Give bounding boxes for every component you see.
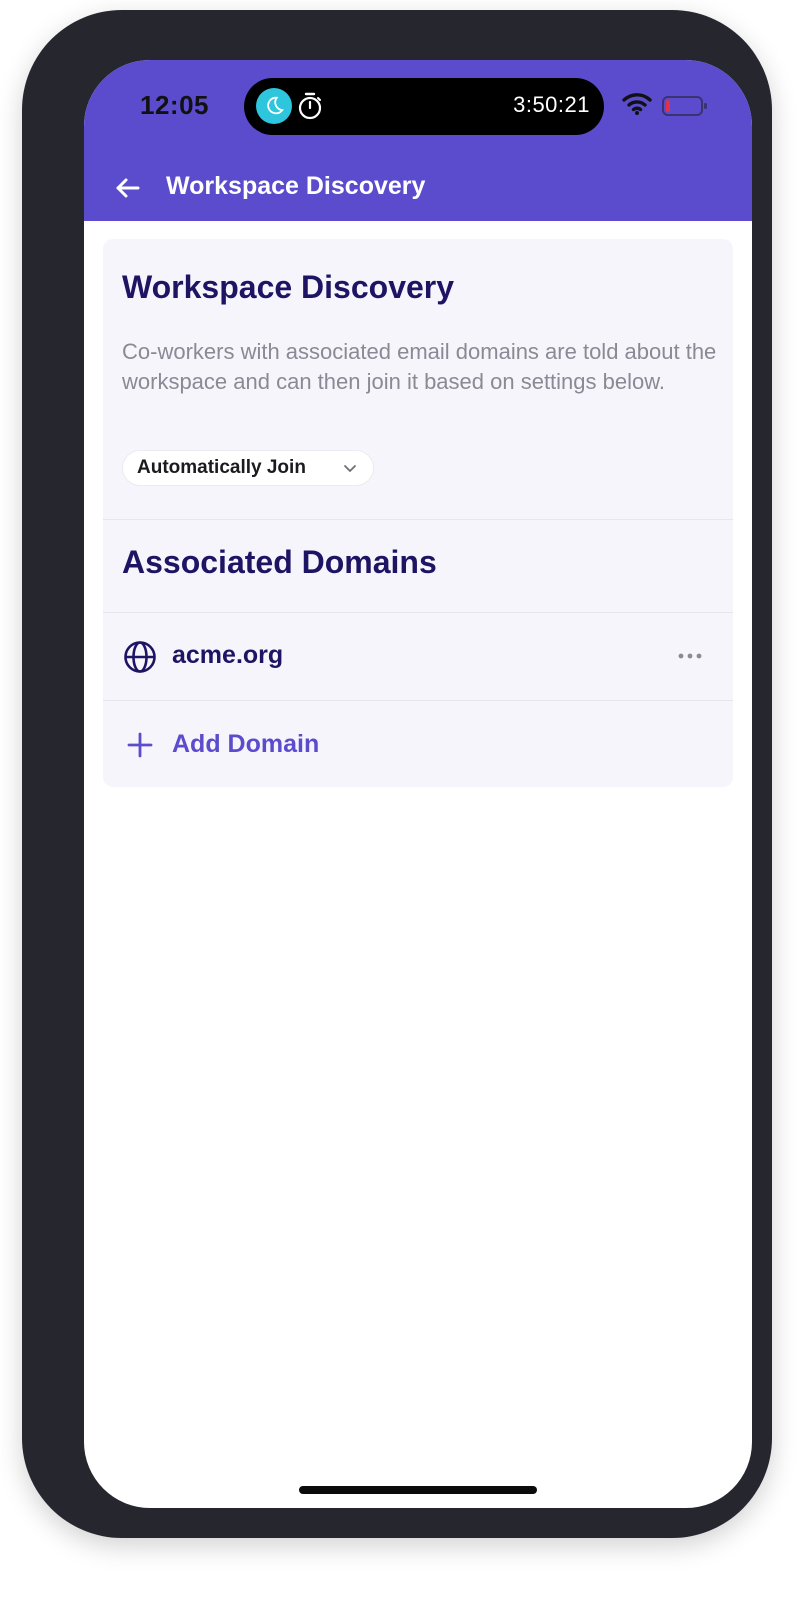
status-time: 12:05 [140, 90, 209, 120]
moon-icon [256, 88, 292, 124]
discovery-title: Workspace Discovery [122, 269, 455, 305]
discovery-description: Co-workers with associated email domains… [122, 339, 717, 394]
arrow-left-icon[interactable] [114, 174, 142, 202]
battery-icon [662, 96, 707, 116]
more-icon[interactable] [677, 651, 703, 661]
join-mode-dropdown[interactable]: Automatically Join [122, 450, 374, 486]
home-indicator[interactable] [299, 1486, 537, 1494]
add-domain-label: Add Domain [172, 730, 320, 758]
timer-readout: 3:50:21 [513, 92, 590, 117]
phone-screen: 12:05 3:50:21 Workspace Discovery Worksp… [84, 60, 752, 1508]
section-divider [103, 519, 733, 520]
header-title: Workspace Discovery [166, 172, 426, 200]
device-frame: 12:05 3:50:21 Workspace Discovery Worksp… [22, 10, 772, 1538]
add-domain-button[interactable]: Add Domain [103, 701, 733, 787]
domain-row[interactable]: acme.org [103, 613, 733, 701]
domain-name: acme.org [172, 641, 284, 669]
chevron-down-icon [344, 465, 356, 472]
domains-title: Associated Domains [122, 544, 437, 580]
wifi-icon [622, 93, 652, 115]
join-mode-value: Automatically Join [137, 457, 306, 478]
dynamic-island: 3:50:21 [244, 78, 604, 135]
status-bar: 12:05 3:50:21 [84, 60, 752, 156]
globe-icon [124, 641, 156, 673]
app-header: Workspace Discovery [84, 156, 752, 221]
workspace-discovery-card: Workspace Discovery Co-workers with asso… [103, 239, 733, 787]
timer-icon [298, 92, 322, 120]
plus-icon [127, 732, 153, 758]
